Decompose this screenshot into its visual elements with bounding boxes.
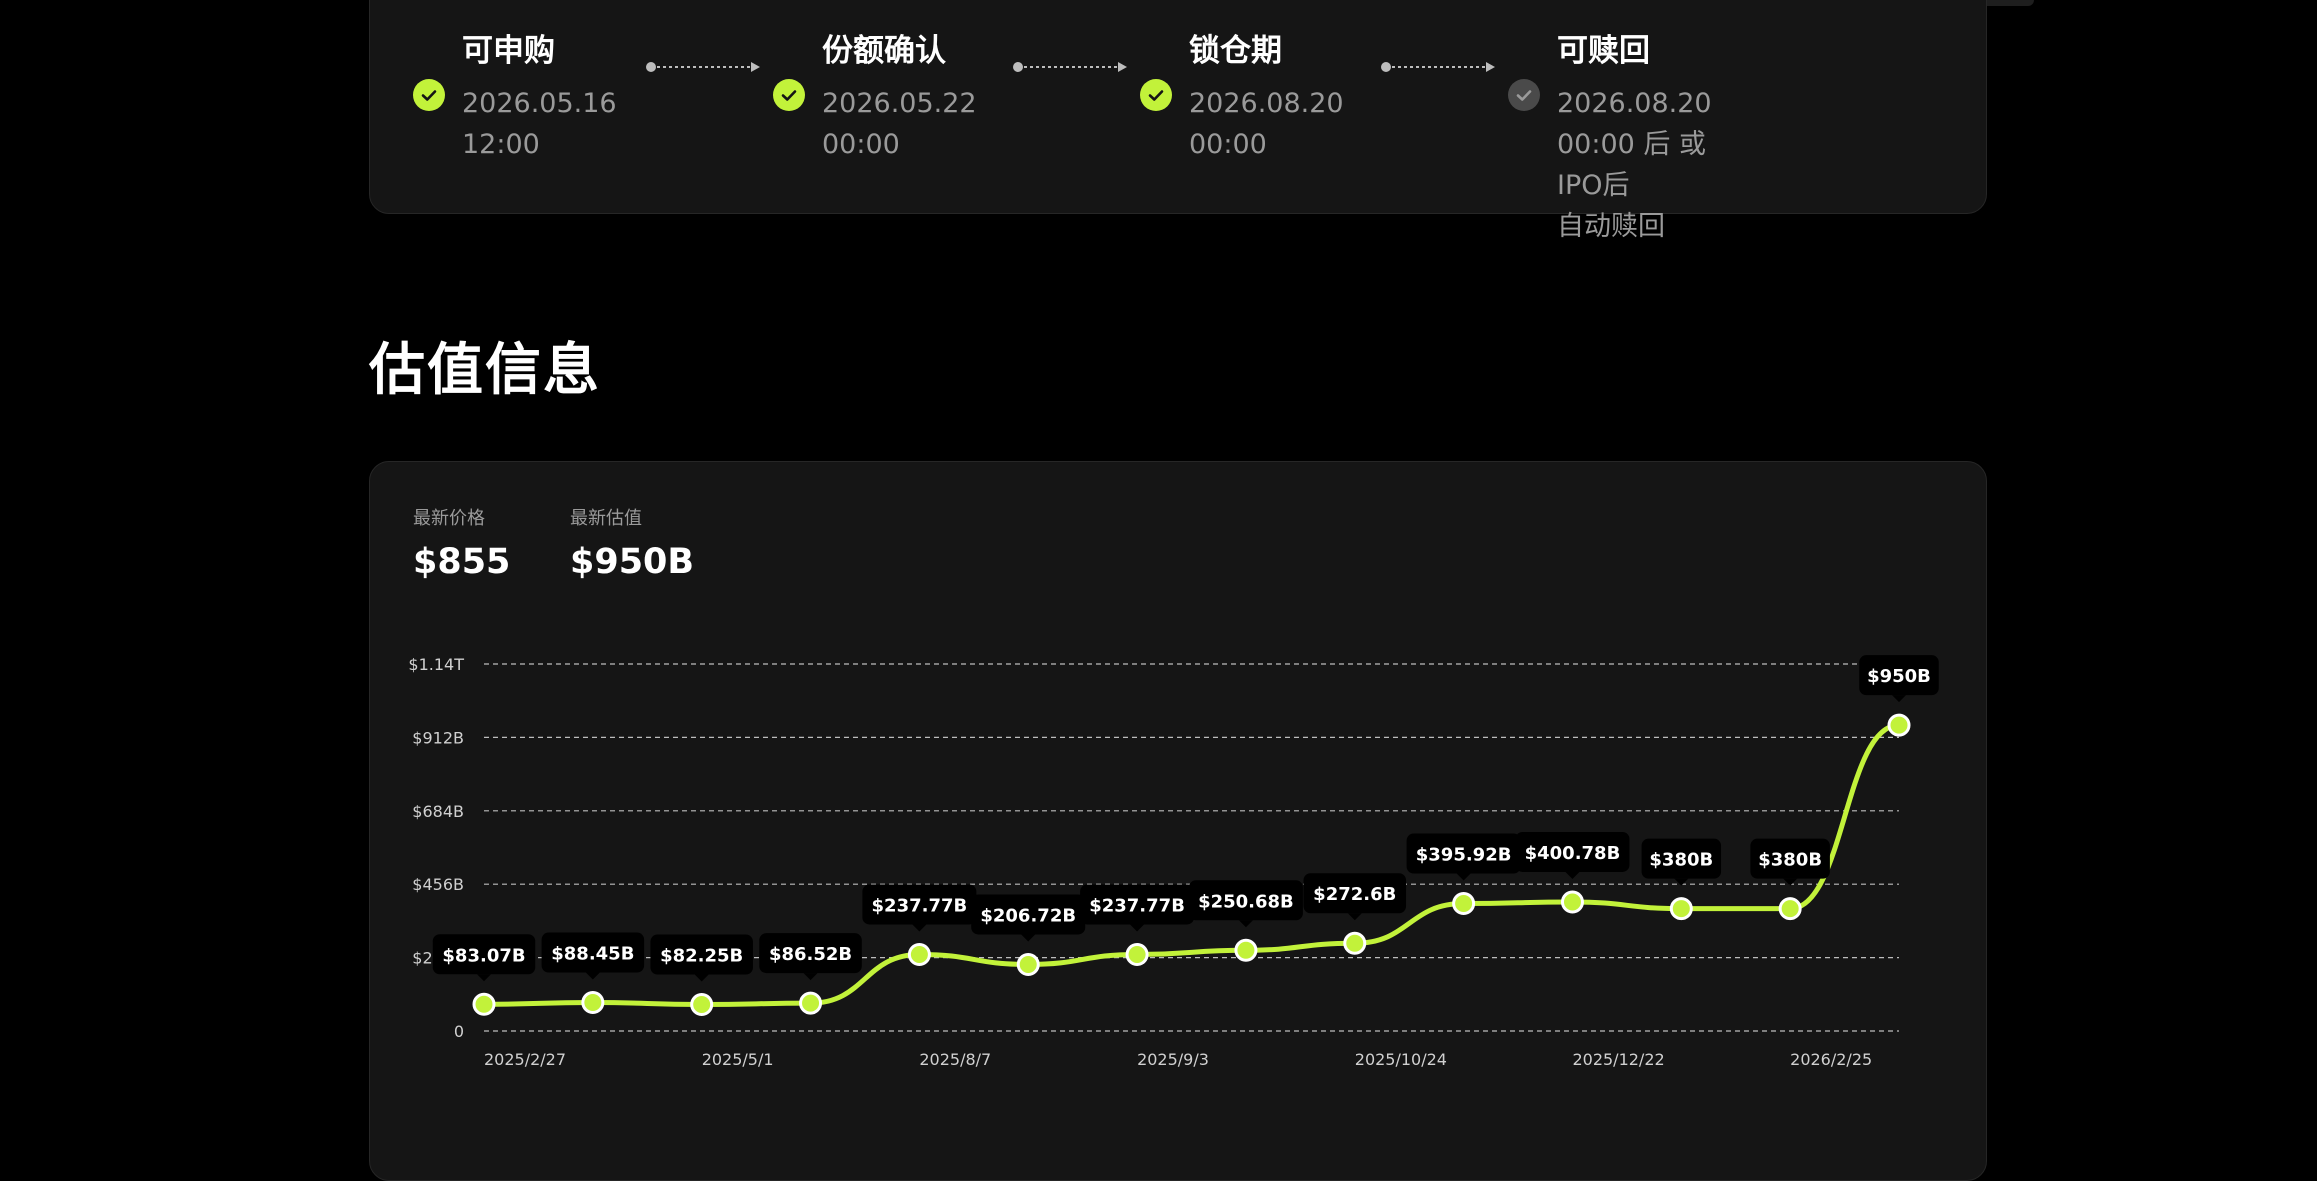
data-label-pointer — [1021, 934, 1036, 942]
data-label-pointer — [1347, 913, 1362, 921]
data-point — [799, 991, 823, 1015]
y-tick-label: $1.14T — [408, 655, 464, 674]
data-label-pointer — [1565, 871, 1580, 879]
data-point — [907, 942, 931, 966]
step-date: 2026.05.16 12:00 — [462, 88, 617, 160]
data-label: $395.92B — [1406, 833, 1521, 881]
y-tick-label: $912B — [412, 728, 464, 747]
data-label: $950B — [1859, 655, 1939, 703]
y-tick-label: $684B — [412, 802, 464, 821]
section-title-valuation: 估值信息 — [369, 338, 601, 403]
step-title: 可赎回 — [1557, 33, 1650, 69]
data-label-text: $950B — [1867, 666, 1931, 687]
data-label-text: $82.25B — [660, 946, 743, 967]
data-label-text: $237.77B — [1089, 895, 1185, 916]
data-point — [1016, 952, 1040, 976]
data-label: $400.78B — [1515, 831, 1630, 879]
data-point — [690, 993, 714, 1017]
valuation-card: 最新价格 $855 最新估值 $950B 0$228B$456B$684B$91… — [369, 461, 1987, 1181]
step-connector-arrow — [1381, 62, 1495, 72]
y-tick-label: $456B — [412, 875, 464, 894]
check-icon — [1508, 79, 1540, 111]
data-label: $237.77B — [1080, 884, 1195, 932]
data-label-text: $250.68B — [1198, 891, 1294, 912]
data-label-text: $395.92B — [1416, 845, 1512, 866]
timeline-steps: 可申购 2026.05.16 12:00 份额确认 2026.05.22 00:… — [370, 0, 1986, 242]
check-icon — [773, 79, 805, 111]
data-label-text: $272.6B — [1313, 884, 1396, 905]
data-label-text: $400.78B — [1525, 843, 1621, 864]
x-tick-label: 2025/5/1 — [702, 1050, 774, 1069]
data-label: $237.77B — [862, 884, 977, 932]
data-label-pointer — [477, 974, 491, 982]
data-point — [1887, 713, 1911, 737]
data-label: $83.07B — [432, 934, 536, 982]
step-title: 锁仓期 — [1189, 33, 1282, 69]
data-label-pointer — [1238, 920, 1253, 928]
x-tick-label: 2025/8/7 — [919, 1050, 991, 1069]
data-label: $380B — [1750, 838, 1830, 886]
data-label-text: $86.52B — [769, 944, 852, 965]
data-label: $82.25B — [650, 934, 753, 982]
data-label-text: $206.72B — [980, 905, 1076, 926]
data-label: $88.45B — [541, 932, 645, 980]
data-label: $86.52B — [759, 933, 862, 981]
data-point — [1234, 938, 1258, 962]
x-tick-label: 2025/10/24 — [1355, 1050, 1447, 1069]
data-label-pointer — [1456, 873, 1471, 881]
subscription-timeline-card: 可申购 2026.05.16 12:00 份额确认 2026.05.22 00:… — [369, 0, 1987, 242]
data-label: $272.6B — [1303, 873, 1407, 921]
data-label: $250.68B — [1188, 880, 1303, 928]
data-point — [1669, 897, 1693, 921]
data-label-pointer — [1783, 878, 1798, 886]
data-label-pointer — [803, 973, 818, 981]
data-label-pointer — [1130, 924, 1145, 932]
step-title: 份额确认 — [822, 33, 946, 69]
x-tick-label: 2025/9/3 — [1137, 1050, 1209, 1069]
step-date: 2026.08.20 00:00 — [1189, 88, 1344, 160]
data-label-pointer — [912, 924, 927, 932]
data-label-text: $380B — [1649, 850, 1713, 871]
data-point — [472, 992, 496, 1016]
data-point — [1343, 931, 1367, 955]
data-label-text: $88.45B — [551, 944, 634, 965]
x-tick-label: 2025/2/27 — [484, 1050, 566, 1069]
data-point — [581, 991, 605, 1015]
step-title: 可申购 — [462, 33, 555, 69]
data-label-text: $380B — [1758, 850, 1822, 871]
data-label-text: $237.77B — [872, 895, 968, 916]
data-point — [1125, 942, 1149, 966]
step-connector-arrow — [646, 62, 760, 72]
step-date: 2026.05.22 00:00 — [822, 88, 977, 160]
x-tick-label: 2026/2/25 — [1790, 1050, 1872, 1069]
valuation-line-chart: 0$228B$456B$684B$912B$1.14T2025/2/272025… — [408, 655, 1939, 1069]
data-label-pointer — [1892, 695, 1906, 703]
check-icon — [1140, 79, 1172, 111]
data-point — [1560, 890, 1584, 914]
data-label: $380B — [1641, 838, 1722, 886]
step-date: 2026.08.20 00:00 后 或 IPO后 自动赎回 — [1557, 88, 1712, 242]
data-label: $206.72B — [971, 894, 1086, 942]
data-point — [1778, 897, 1802, 921]
step-connector-arrow — [1013, 62, 1127, 72]
y-tick-label: 0 — [454, 1022, 464, 1041]
data-label-pointer — [694, 974, 709, 982]
data-label-pointer — [585, 972, 600, 980]
data-label-text: $83.07B — [442, 945, 525, 966]
check-icon — [413, 79, 445, 111]
x-tick-label: 2025/12/22 — [1572, 1050, 1664, 1069]
page: 可申购 2026.05.16 12:00 份额确认 2026.05.22 00:… — [0, 0, 2317, 1181]
data-point — [1452, 892, 1476, 916]
